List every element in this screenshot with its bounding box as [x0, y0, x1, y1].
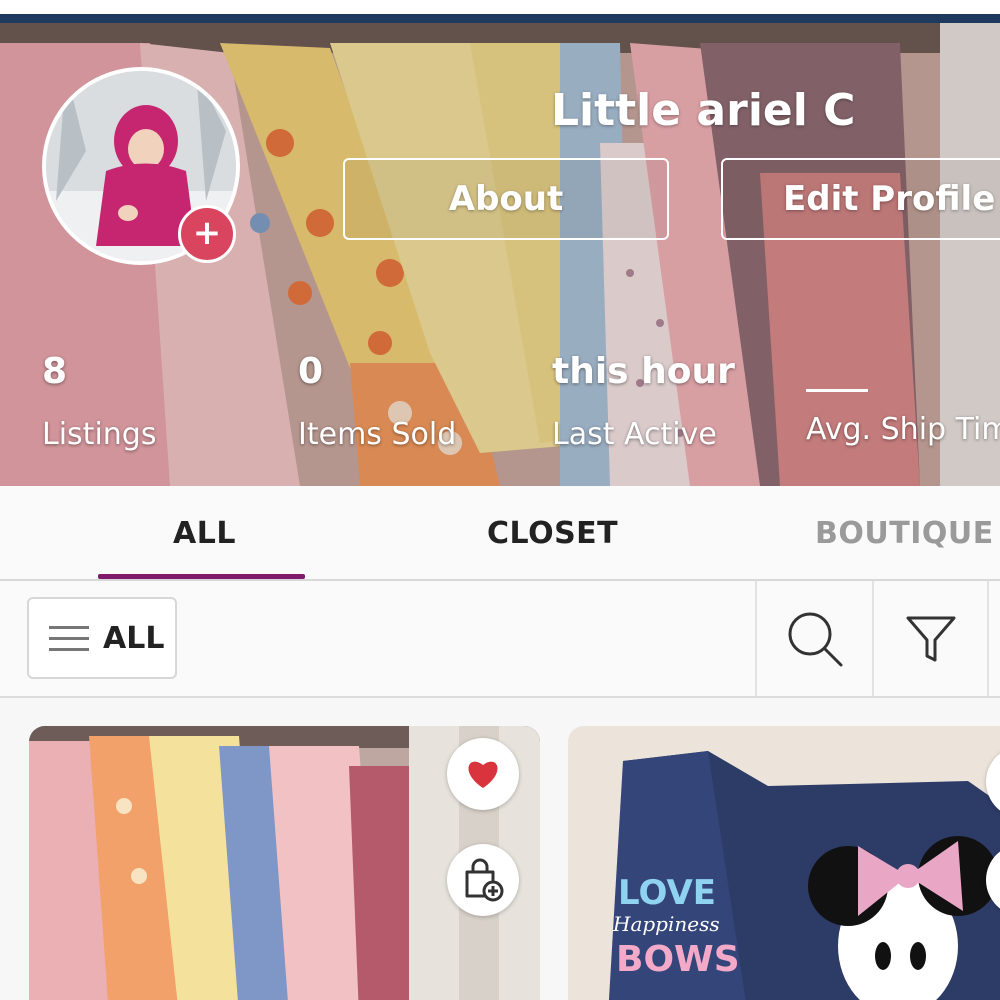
add-to-bundle-button[interactable] — [447, 844, 519, 916]
heart-icon — [468, 761, 498, 788]
about-button[interactable]: About — [343, 158, 669, 240]
stat-items-sold: 0 Items Sold — [298, 351, 456, 452]
tab-boutique[interactable]: BOUTIQUE — [815, 516, 994, 551]
more-options-edge — [987, 581, 1000, 696]
edit-profile-button[interactable]: Edit Profile — [721, 158, 1000, 240]
avatar-container[interactable]: + — [42, 67, 240, 265]
category-filter-label: ALL — [103, 620, 165, 656]
print-text-love: LOVE — [618, 873, 716, 913]
category-filter-button[interactable]: ALL — [27, 597, 177, 679]
like-button[interactable] — [447, 738, 519, 810]
profile-cover: + Little ariel C About Edit Profile 8 Li… — [0, 23, 1000, 486]
stat-value: this hour — [552, 351, 735, 392]
empty-value-dash — [806, 389, 868, 392]
search-button[interactable] — [755, 581, 872, 696]
stat-label: Listings — [42, 417, 157, 452]
active-tab-indicator — [98, 574, 305, 579]
filter-button[interactable] — [872, 581, 987, 696]
closet-tabs: ALL CLOSET BOUTIQUE — [0, 486, 1000, 581]
add-photo-icon[interactable]: + — [178, 205, 236, 263]
stat-label: Avg. Ship Time — [806, 412, 1000, 447]
status-strip — [0, 0, 1000, 14]
stat-value: 8 — [42, 351, 68, 392]
hamburger-icon — [49, 623, 89, 653]
listings-grid: LOVE Happiness BOWS — [0, 698, 1000, 1000]
profile-name: Little ariel C — [551, 85, 856, 136]
funnel-icon — [906, 616, 955, 661]
stat-listings[interactable]: 8 Listings — [42, 351, 156, 452]
print-text-bows: BOWS — [616, 939, 740, 980]
stat-label: Last Active — [552, 417, 717, 452]
filter-bar: ALL — [0, 581, 1000, 698]
top-accent-bar — [0, 14, 1000, 23]
listing-card[interactable]: LOVE Happiness BOWS — [568, 726, 1000, 1000]
shopping-bag-plus-icon — [465, 858, 504, 902]
listing-photo: LOVE Happiness BOWS — [568, 726, 1000, 1000]
tab-closet[interactable]: CLOSET — [487, 516, 618, 551]
stat-value: 0 — [298, 351, 324, 392]
search-icon — [788, 612, 842, 666]
stat-avg-ship-time: Avg. Ship Time — [806, 351, 1000, 447]
stat-label: Items Sold — [298, 417, 457, 452]
listing-card[interactable] — [29, 726, 540, 1000]
tab-all[interactable]: ALL — [173, 516, 236, 551]
print-text-happiness: Happiness — [612, 912, 720, 936]
stat-last-active: this hour Last Active — [552, 351, 735, 452]
